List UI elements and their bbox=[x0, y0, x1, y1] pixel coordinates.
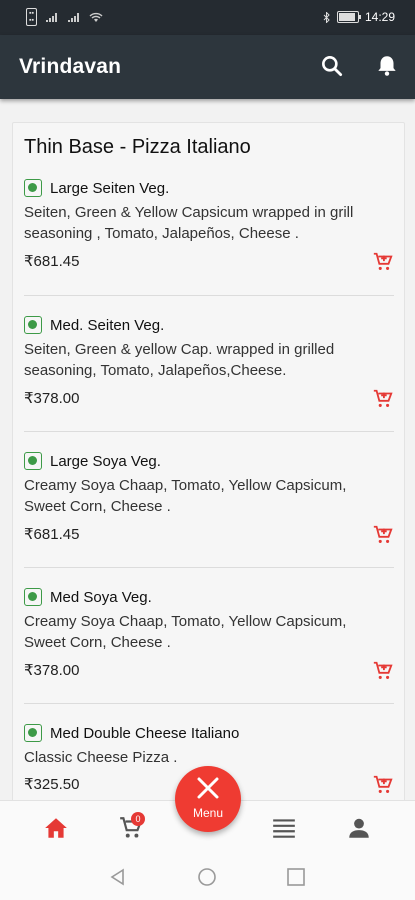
status-time: 14:29 bbox=[364, 10, 395, 24]
bluetooth-icon bbox=[323, 11, 330, 23]
list-icon[interactable] bbox=[271, 815, 297, 841]
item-divider bbox=[24, 567, 394, 568]
menu-item[interactable]: Large Seiten Veg. Seiten, Green & Yellow… bbox=[24, 179, 394, 289]
item-price: ₹325.50 bbox=[24, 776, 80, 793]
add-to-cart-icon[interactable] bbox=[372, 774, 394, 796]
bell-icon[interactable] bbox=[374, 53, 400, 79]
item-description: Classic Cheese Pizza . bbox=[24, 749, 178, 766]
item-divider bbox=[24, 431, 394, 432]
item-description: Seiten, Green & yellow Cap. wrapped in g… bbox=[24, 341, 335, 379]
sim-icon: ▪▪ ▪▪ bbox=[26, 8, 37, 26]
veg-icon bbox=[24, 588, 42, 606]
recents-icon[interactable] bbox=[286, 867, 306, 887]
section-title: Thin Base - Pizza Italiano bbox=[24, 136, 251, 158]
item-price: ₹378.00 bbox=[24, 662, 80, 679]
veg-icon bbox=[24, 179, 42, 197]
item-name: Med Double Cheese Italiano bbox=[50, 725, 240, 742]
profile-icon[interactable] bbox=[346, 815, 372, 841]
menu-item[interactable]: Med Soya Veg. Creamy Soya Chaap, Tomato,… bbox=[24, 588, 394, 698]
signal-icon bbox=[45, 12, 57, 22]
item-name: Large Soya Veg. bbox=[50, 453, 161, 470]
status-bar: ▪▪ ▪▪ 14:29 bbox=[0, 0, 415, 35]
cart-badge: 0 bbox=[131, 812, 145, 826]
item-divider bbox=[24, 295, 394, 296]
home-circle-icon[interactable] bbox=[197, 867, 217, 887]
item-price: ₹378.00 bbox=[24, 390, 80, 407]
back-icon[interactable] bbox=[108, 867, 128, 887]
add-to-cart-icon[interactable] bbox=[372, 388, 394, 410]
menu-section-card: Thin Base - Pizza Italiano Large Seiten … bbox=[12, 122, 405, 800]
signal-icon bbox=[67, 12, 79, 22]
veg-icon bbox=[24, 724, 42, 742]
battery-icon bbox=[336, 11, 361, 23]
menu-fab-button[interactable]: Menu bbox=[175, 766, 241, 832]
app-bar: Vrindavan bbox=[0, 35, 415, 99]
veg-icon bbox=[24, 316, 42, 334]
item-divider bbox=[24, 703, 394, 704]
item-name: Med Soya Veg. bbox=[50, 589, 152, 606]
add-to-cart-icon[interactable] bbox=[372, 524, 394, 546]
veg-icon bbox=[24, 452, 42, 470]
add-to-cart-icon[interactable] bbox=[372, 251, 394, 273]
item-name: Large Seiten Veg. bbox=[50, 180, 170, 197]
menu-item[interactable]: Med. Seiten Veg. Seiten, Green & yellow … bbox=[24, 316, 394, 426]
menu-item[interactable]: Large Soya Veg. Creamy Soya Chaap, Tomat… bbox=[24, 452, 394, 562]
item-name: Med. Seiten Veg. bbox=[50, 317, 165, 334]
item-price: ₹681.45 bbox=[24, 526, 80, 543]
add-to-cart-icon[interactable] bbox=[372, 660, 394, 682]
menu-content[interactable]: Thin Base - Pizza Italiano Large Seiten … bbox=[0, 99, 415, 800]
item-description: Creamy Soya Chaap, Tomato, Yellow Capsic… bbox=[24, 477, 347, 515]
search-icon[interactable] bbox=[319, 53, 345, 79]
wifi-icon bbox=[89, 12, 103, 22]
fork-knife-icon bbox=[197, 777, 219, 799]
system-nav-bar bbox=[0, 855, 415, 900]
fab-label: Menu bbox=[192, 806, 224, 820]
app-title: Vrindavan bbox=[19, 55, 122, 78]
item-description: Seiten, Green & Yellow Capsicum wrapped … bbox=[24, 204, 354, 242]
item-description: Creamy Soya Chaap, Tomato, Yellow Capsic… bbox=[24, 613, 347, 651]
home-icon[interactable] bbox=[43, 815, 69, 841]
item-price: ₹681.45 bbox=[24, 253, 80, 270]
